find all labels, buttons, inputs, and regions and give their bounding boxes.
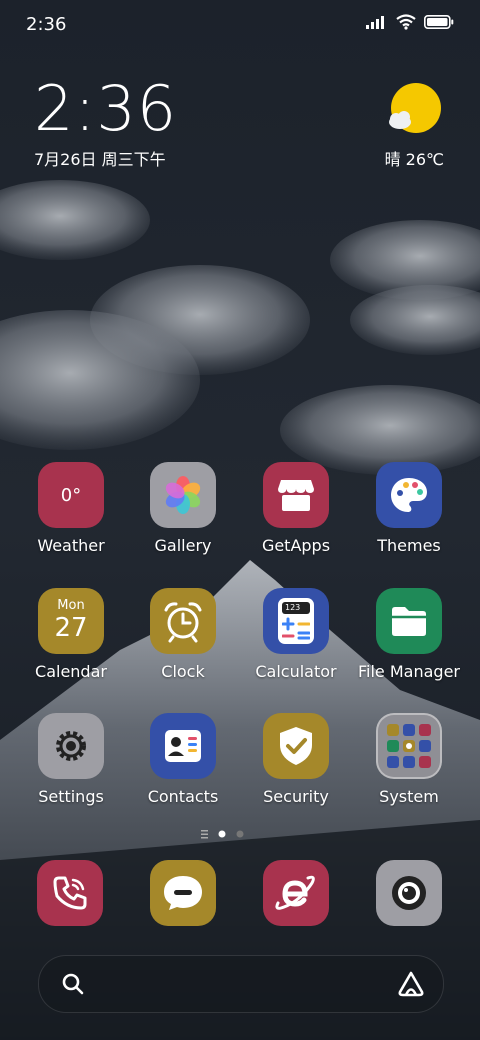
sun-cloud-icon: [389, 83, 441, 133]
shield-check-icon: [263, 713, 329, 779]
app-calculator[interactable]: 123 Calculator: [241, 588, 351, 681]
dock-browser[interactable]: [263, 860, 329, 926]
app-label: GetApps: [261, 536, 331, 555]
weather-text: 晴 26℃: [384, 150, 444, 169]
app-label: Settings: [38, 787, 104, 806]
app-file-manager[interactable]: File Manager: [354, 588, 464, 681]
browser-e-icon: [275, 875, 315, 910]
gear-icon: [38, 713, 104, 779]
app-system-folder[interactable]: System: [354, 713, 464, 806]
dock-phone[interactable]: [37, 860, 103, 926]
app-themes[interactable]: Themes: [354, 462, 464, 555]
signal-icon: [366, 16, 384, 29]
app-weather[interactable]: 0° Weather: [16, 462, 126, 555]
clock-date: 7月26日 周三下午: [34, 150, 166, 169]
gallery-flower-icon: [150, 462, 216, 528]
calendar-weekday: Mon: [57, 598, 85, 613]
page-dot-active[interactable]: [218, 830, 226, 838]
app-label: Security: [263, 787, 329, 806]
calculator-icon: 123: [263, 588, 329, 654]
battery-icon: [424, 15, 454, 29]
app-label: Calculator: [255, 662, 337, 681]
page-list-icon: [201, 830, 208, 839]
message-bubble-icon: [164, 876, 202, 910]
app-label: Gallery: [154, 536, 212, 555]
status-bar: 2:36: [0, 0, 480, 50]
assistant-icon[interactable]: [397, 970, 425, 998]
page-indicator[interactable]: [0, 826, 480, 842]
weather-icon: 0°: [38, 462, 104, 528]
contact-card-icon: [150, 713, 216, 779]
page-dot[interactable]: [236, 830, 244, 838]
calendar-day: 27: [54, 613, 88, 643]
wifi-icon: [396, 14, 416, 30]
app-label: Weather: [37, 536, 105, 555]
folder-grid-icon: [376, 713, 442, 779]
palette-icon: [376, 462, 442, 528]
app-label: Themes: [377, 536, 441, 555]
weather-widget[interactable]: 晴 26℃: [384, 82, 444, 169]
app-calendar[interactable]: Mon 27 Calendar: [16, 588, 126, 681]
app-label: File Manager: [358, 662, 460, 681]
app-getapps[interactable]: GetApps: [241, 462, 351, 555]
app-label: Contacts: [147, 787, 219, 806]
clock-widget[interactable]: 2:36 7月26日 周三下午: [34, 78, 177, 170]
status-icons: [366, 14, 454, 30]
app-clock[interactable]: Clock: [128, 588, 238, 681]
app-security[interactable]: Security: [241, 713, 351, 806]
app-label: Calendar: [35, 662, 107, 681]
app-gallery[interactable]: Gallery: [128, 462, 238, 555]
alarm-clock-icon: [150, 588, 216, 654]
search-bar[interactable]: [38, 955, 444, 1013]
status-time: 2:36: [26, 14, 67, 35]
weather-icon-text: 0°: [60, 484, 82, 506]
dock-messages[interactable]: [150, 860, 216, 926]
search-icon: [62, 973, 84, 995]
dock-camera[interactable]: [376, 860, 442, 926]
calculator-display: 123: [282, 602, 310, 614]
calendar-icon: Mon 27: [38, 588, 104, 654]
app-settings[interactable]: Settings: [16, 713, 126, 806]
store-icon: [263, 462, 329, 528]
app-label: System: [379, 787, 439, 806]
phone-icon: [53, 876, 87, 910]
app-contacts[interactable]: Contacts: [128, 713, 238, 806]
clock-time: 2:36: [34, 72, 178, 145]
app-label: Clock: [161, 662, 205, 681]
folder-icon: [376, 588, 442, 654]
camera-icon: [392, 876, 426, 910]
